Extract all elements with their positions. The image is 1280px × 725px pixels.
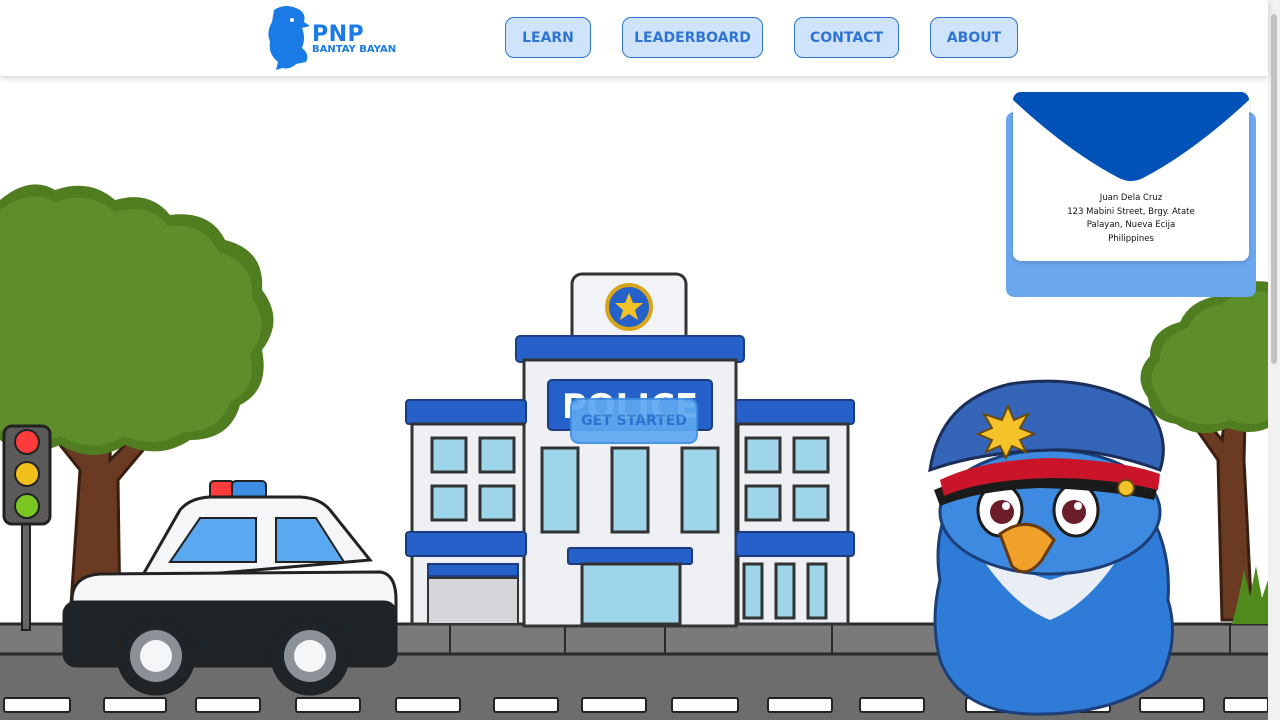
police-bird-mascot xyxy=(928,379,1174,716)
top-header: PNP BANTAY BAYAN LEARN LEADERBOARD CONTA… xyxy=(0,0,1268,76)
envelope-card[interactable]: Juan Dela Cruz 123 Mabini Street, Brgy. … xyxy=(1013,92,1249,261)
bird-mascot-logo-icon xyxy=(268,6,310,70)
hero-scene: POLICE xyxy=(0,0,1269,720)
scrollbar-thumb[interactable] xyxy=(1271,14,1277,364)
mailing-address: Juan Dela Cruz 123 Mabini Street, Brgy. … xyxy=(1013,192,1249,246)
nav-leaderboard-button[interactable]: LEADERBOARD xyxy=(622,17,763,58)
logo-subtitle: BANTAY BAYAN xyxy=(312,44,397,55)
traffic-light xyxy=(2,424,52,631)
logo-title: PNP xyxy=(312,22,365,47)
nav-about-button[interactable]: ABOUT xyxy=(930,17,1018,58)
address-line-country: Philippines xyxy=(1108,233,1154,244)
envelope-flap-icon xyxy=(1013,92,1249,181)
address-line-street: 123 Mabini Street, Brgy. Atate xyxy=(1067,206,1195,217)
police-station: POLICE xyxy=(405,272,855,628)
address-line-city: Palayan, Nueva Ecija xyxy=(1086,220,1176,230)
nav-contact-button[interactable]: CONTACT xyxy=(794,17,899,58)
pnp-logo[interactable]: PNP BANTAY BAYAN xyxy=(266,4,406,72)
get-started-button[interactable]: GET STARTED xyxy=(570,398,698,444)
address-line-name: Juan Dela Cruz xyxy=(1099,193,1163,203)
nav-learn-button[interactable]: LEARN xyxy=(505,17,591,58)
page-scrollbar[interactable] xyxy=(1268,0,1280,720)
